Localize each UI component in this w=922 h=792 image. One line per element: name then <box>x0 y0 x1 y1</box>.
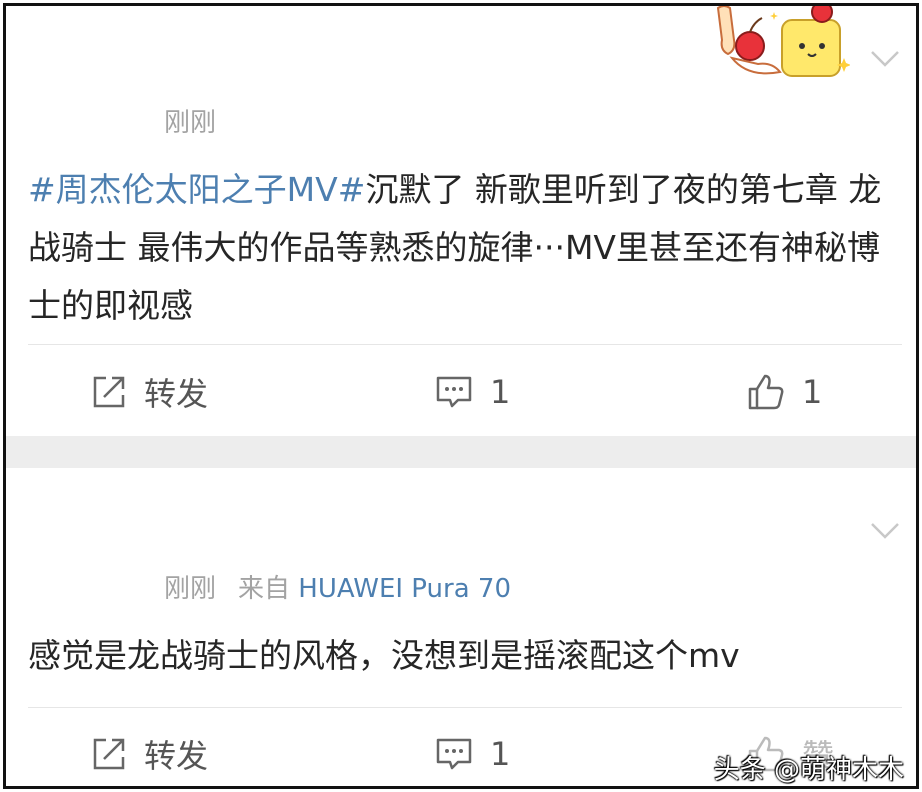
post-time: 刚刚 <box>164 574 217 604</box>
repost-icon <box>93 376 125 408</box>
repost-button[interactable]: 转发 <box>90 724 208 784</box>
comment-count: 1 <box>490 373 511 411</box>
comment-button[interactable]: 1 <box>434 724 510 784</box>
repost-button[interactable]: 转发 <box>90 362 208 422</box>
comment-icon <box>436 738 472 770</box>
comment-button[interactable]: 1 <box>434 362 510 422</box>
repost-icon <box>93 738 125 770</box>
screenshot-frame: 刚刚 #周杰伦太阳之子MV#沉默了 新歌里听到了夜的第七章 龙战骑士 最伟大的作… <box>3 3 919 789</box>
divider <box>28 707 902 708</box>
chevron-down-icon[interactable] <box>870 48 900 70</box>
repost-label: 转发 <box>144 737 209 775</box>
post-content: #周杰伦太阳之子MV#沉默了 新歌里听到了夜的第七章 龙战骑士 最伟大的作品等熟… <box>28 161 900 335</box>
feed-separator <box>6 436 916 468</box>
thumbs-up-icon <box>748 374 784 410</box>
action-bar: 转发 1 1 <box>6 362 916 422</box>
post-meta: 刚刚 来自 HUAWEI Pura 70 <box>164 568 511 605</box>
topic-link[interactable]: #周杰伦太阳之子MV# <box>28 170 365 209</box>
post-card: 刚刚 #周杰伦太阳之子MV#沉默了 新歌里听到了夜的第七章 龙战骑士 最伟大的作… <box>6 6 916 436</box>
post-time: 刚刚 <box>164 108 217 138</box>
source-device-link[interactable]: HUAWEI Pura 70 <box>298 574 511 604</box>
comment-count: 1 <box>490 735 511 773</box>
like-button[interactable]: 1 <box>746 362 822 422</box>
post-content: 感觉是龙战骑士的风格，没想到是摇滚配这个mv <box>28 627 900 685</box>
cake-sticker-image <box>710 6 851 84</box>
repost-label: 转发 <box>144 375 209 413</box>
divider <box>28 344 902 345</box>
source-prefix: 来自 <box>238 574 291 604</box>
post-card: 刚刚 来自 HUAWEI Pura 70 感觉是龙战骑士的风格，没想到是摇滚配这个… <box>6 468 916 786</box>
chevron-down-icon[interactable] <box>870 520 900 542</box>
comment-icon <box>436 376 472 408</box>
like-count: 1 <box>802 373 823 411</box>
post-text: 感觉是龙战骑士的风格，没想到是摇滚配这个mv <box>28 636 740 675</box>
source-watermark: 头条 @萌神木木 <box>713 755 904 785</box>
